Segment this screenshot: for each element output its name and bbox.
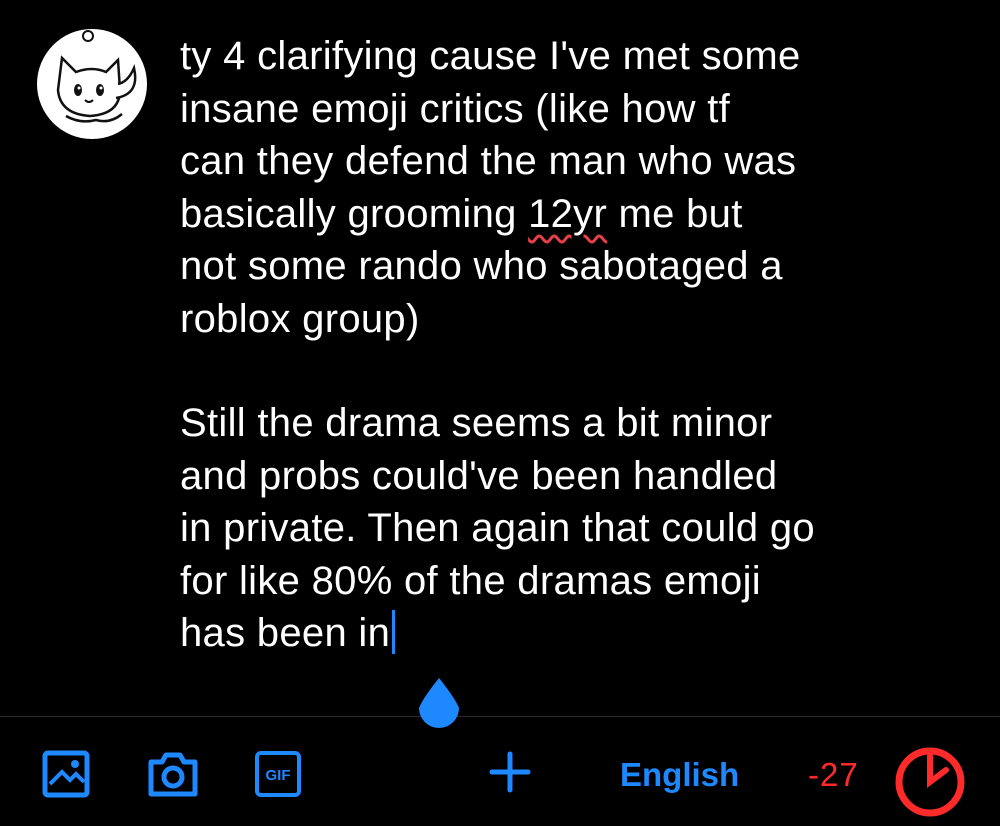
misspelled-word[interactable]: 12yr	[528, 192, 607, 236]
gif-icon: GIF	[255, 751, 301, 797]
comment-compose-text[interactable]: ty 4 clarifying cause I've met some insa…	[180, 30, 980, 660]
gif-label: GIF	[266, 767, 291, 784]
text-line: has been in	[180, 607, 980, 660]
text-segment: has been in	[180, 611, 391, 655]
cat-avatar-icon	[37, 29, 147, 139]
camera-button[interactable]	[147, 750, 199, 798]
paragraph-1: ty 4 clarifying cause I've met some insa…	[180, 30, 980, 345]
text-line: basically grooming 12yr me but	[180, 188, 980, 241]
text-cursor	[392, 610, 396, 654]
text-line: not some rando who sabotaged a	[180, 244, 783, 288]
camera-icon	[148, 752, 198, 797]
image-icon	[42, 750, 90, 798]
plus-icon	[489, 751, 531, 793]
character-count: -27	[808, 756, 859, 793]
paragraph-2: Still the drama seems a bit minor and pr…	[180, 397, 980, 660]
toolbar-divider	[0, 716, 1000, 717]
text-line: insane emoji critics (like how tf	[180, 86, 731, 131]
limit-ring-icon	[895, 747, 965, 817]
text-line: can they defend the man who was	[180, 139, 797, 183]
text-segment: basically grooming	[180, 191, 529, 236]
cursor-handle-icon	[419, 678, 459, 728]
text-line: for like 80% of the dramas emoji	[180, 558, 761, 603]
text-line: and probs could've been handled	[180, 453, 778, 498]
text-segment: me but	[607, 191, 743, 236]
avatar	[36, 28, 148, 140]
text-line: in private. Then again that could go	[180, 506, 815, 550]
text-line: roblox group)	[180, 296, 420, 341]
text-line: Still the drama seems a bit minor	[180, 401, 773, 445]
text-line: ty 4 clarifying cause I've met some	[180, 34, 801, 78]
image-button[interactable]	[42, 750, 90, 798]
character-limit-indicator	[890, 742, 970, 826]
language-selector[interactable]: English	[620, 756, 739, 794]
gif-button[interactable]: GIF	[254, 750, 302, 798]
add-button[interactable]	[488, 750, 532, 794]
cursor-handle[interactable]	[413, 676, 465, 732]
compose-toolbar: GIF English -27	[0, 730, 1000, 826]
